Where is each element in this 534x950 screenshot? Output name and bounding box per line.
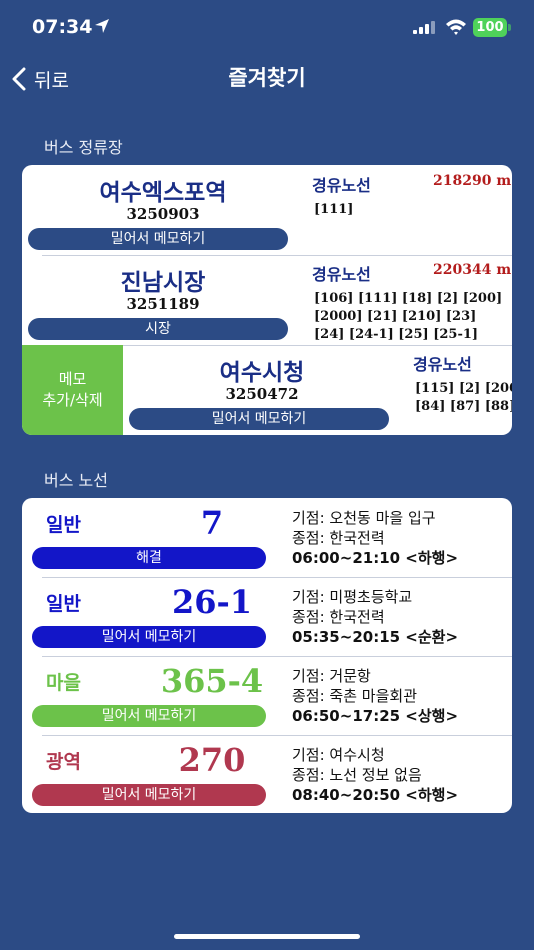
line-end: 종점: 한국전력 (292, 608, 385, 626)
stop-row[interactable]: 여수엑스포역 3250903 밀어서 메모하기 경유노선 218290 m [1… (22, 165, 512, 255)
line-number: 7 (200, 504, 224, 542)
line-type: 일반 (46, 593, 81, 615)
line-type: 광역 (46, 751, 81, 773)
line-info: 기점: 여수시청 종점: 노선 정보 없음 08:40~20:50 <하행> (292, 745, 458, 805)
line-number: 270 (178, 741, 246, 779)
line-time: 06:50~17:25 <상행> (292, 707, 459, 725)
distance: 220344 m (433, 262, 512, 278)
line-memo-button[interactable]: 밀어서 메모하기 (32, 784, 266, 806)
battery-icon: 100 (473, 18, 507, 37)
line-memo-button[interactable]: 밀어서 메모하기 (32, 705, 266, 727)
line-number: 26-1 (171, 583, 253, 621)
divider (123, 345, 512, 346)
line-time: 08:40~20:50 <하행> (292, 786, 459, 804)
route-header: 경유노선 (312, 176, 371, 195)
route-line: [115] [2] [200 (415, 381, 512, 396)
stop-code: 3251189 (126, 295, 200, 313)
line-end: 종점: 한국전력 (292, 529, 385, 547)
route-line: [106] [111] [18] [2] [200] (314, 291, 503, 306)
stop-row[interactable]: 진남시장 3251189 시장 경유노선 220344 m [106] [111… (22, 255, 512, 345)
line-start: 기점: 미평초등학교 (292, 588, 413, 606)
memo-action-line1: 메모 (58, 370, 87, 388)
line-row[interactable]: 마을 365-4 밀어서 메모하기 기점: 거문항 종점: 죽촌 마을회관 06… (22, 656, 512, 735)
section-header-stops: 버스 정류장 (44, 138, 123, 157)
line-end: 종점: 노선 정보 없음 (292, 766, 422, 784)
stop-memo-button[interactable]: 밀어서 메모하기 (129, 408, 389, 430)
stop-row[interactable]: 여수시청 3250472 밀어서 메모하기 경유노선 [115] [2] [20… (123, 345, 512, 435)
line-row[interactable]: 광역 270 밀어서 메모하기 기점: 여수시청 종점: 노선 정보 없음 08… (22, 735, 512, 813)
stop-memo-button[interactable]: 밀어서 메모하기 (28, 228, 288, 250)
status-bar: 07:34 100 (0, 0, 534, 56)
route-line: [24] [24-1] [25] [25-1] (314, 327, 479, 342)
route-header: 경유노선 (413, 355, 472, 374)
route-line: [111] (314, 202, 354, 217)
stop-code: 3250903 (126, 205, 200, 223)
route-header: 경유노선 (312, 265, 371, 284)
page-title: 즐겨찾기 (228, 66, 306, 90)
line-start: 기점: 거문항 (292, 667, 371, 685)
lines-card: 일반 7 해결 기점: 오천동 마을 입구 종점: 한국전력 06:00~21:… (22, 498, 512, 813)
section-header-lines: 버스 노선 (44, 471, 108, 490)
battery-cap (508, 24, 511, 31)
stop-name: 여수시청 (219, 360, 305, 386)
route-line: [84] [87] [88] (415, 399, 512, 414)
wifi-icon (446, 19, 466, 35)
route-list: [111] (314, 201, 353, 219)
route-line: [2000] [21] [210] [23] (314, 309, 477, 324)
stop-name: 여수엑스포역 (99, 180, 227, 206)
line-time: 05:35~20:15 <순환> (292, 628, 459, 646)
route-list: [106] [111] [18] [2] [200] [2000] [21] [… (314, 290, 502, 344)
line-number: 365-4 (160, 662, 264, 700)
stop-memo-button[interactable]: 시장 (28, 318, 288, 340)
line-memo-button[interactable]: 해결 (32, 547, 266, 569)
line-row[interactable]: 일반 7 해결 기점: 오천동 마을 입구 종점: 한국전력 06:00~21:… (22, 498, 512, 577)
line-end: 종점: 죽촌 마을회관 (292, 687, 417, 705)
stops-card: 여수엑스포역 3250903 밀어서 메모하기 경유노선 218290 m [1… (22, 165, 512, 435)
stop-code: 3250472 (225, 385, 299, 403)
line-type: 마을 (46, 672, 81, 694)
location-arrow-icon (95, 19, 109, 33)
cellular-signal-icon (413, 21, 435, 34)
memo-add-delete-button[interactable]: 메모 추가/삭제 (22, 345, 123, 435)
status-time: 07:34 (32, 16, 93, 38)
line-memo-button[interactable]: 밀어서 메모하기 (32, 626, 266, 648)
line-info: 기점: 거문항 종점: 죽촌 마을회관 06:50~17:25 <상행> (292, 666, 458, 726)
distance: 218290 m (433, 173, 512, 189)
home-indicator[interactable] (174, 934, 360, 939)
line-info: 기점: 미평초등학교 종점: 한국전력 05:35~20:15 <순환> (292, 587, 458, 647)
route-list: [115] [2] [200 [84] [87] [88] (415, 380, 512, 416)
line-time: 06:00~21:10 <하행> (292, 549, 459, 567)
line-type: 일반 (46, 514, 81, 536)
line-info: 기점: 오천동 마을 입구 종점: 한국전력 06:00~21:10 <하행> (292, 508, 458, 568)
stop-name: 진남시장 (120, 270, 206, 296)
line-start: 기점: 여수시청 (292, 746, 385, 764)
line-start: 기점: 오천동 마을 입구 (292, 509, 436, 527)
memo-action-line2: 추가/삭제 (42, 391, 103, 409)
line-row[interactable]: 일반 26-1 밀어서 메모하기 기점: 미평초등학교 종점: 한국전력 05:… (22, 577, 512, 656)
